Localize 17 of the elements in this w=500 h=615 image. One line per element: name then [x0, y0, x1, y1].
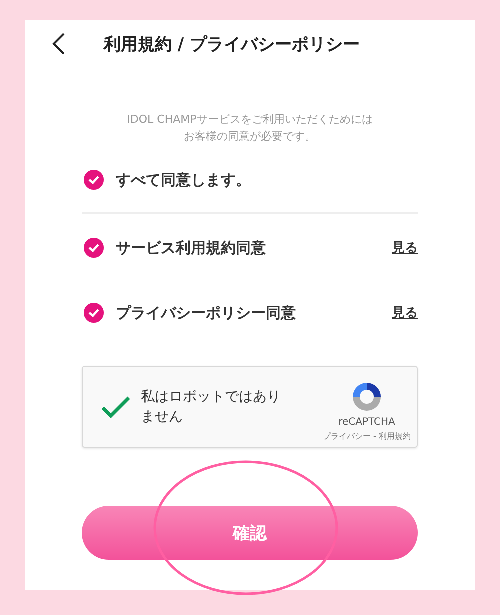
checkbox-icon[interactable]	[84, 303, 104, 323]
page-title: 利用規約 / プライバシーポリシー	[104, 34, 360, 56]
recaptcha-logo-icon	[350, 380, 384, 414]
view-link[interactable]: 見る	[392, 304, 418, 322]
captcha-label: 私はロボットではありません	[141, 388, 282, 427]
checkbox-icon[interactable]	[84, 238, 104, 258]
description-text: お客様の同意が必要です。	[184, 129, 316, 144]
recaptcha-links[interactable]: プライバシー - 利用規約	[323, 431, 411, 442]
description-text: IDOL CHAMPサービスをご利用いただくためには	[127, 112, 373, 127]
checkmark-icon[interactable]	[101, 395, 131, 419]
view-link[interactable]: 見る	[392, 239, 418, 257]
agreement-label: サービス利用規約同意	[116, 238, 266, 258]
checkbox-icon[interactable]	[84, 170, 104, 190]
back-icon[interactable]	[52, 32, 66, 56]
agree-all-label: すべて同意します。	[116, 170, 251, 190]
recaptcha-brand: reCAPTCHA	[338, 417, 396, 428]
agreement-label: プライバシーポリシー同意	[116, 304, 296, 322]
